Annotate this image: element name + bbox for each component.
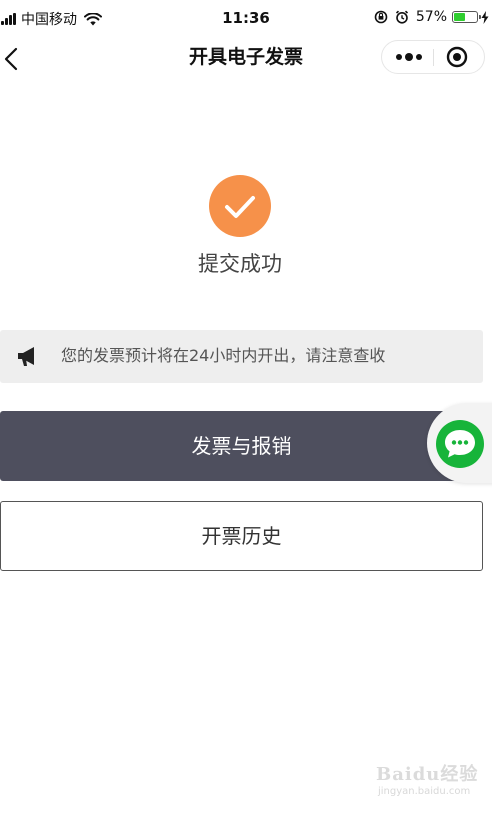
megaphone-icon: [18, 347, 34, 366]
battery-percent: 57%: [415, 9, 447, 25]
alarm-icon: [395, 10, 408, 24]
success-message: 提交成功: [198, 252, 282, 276]
mini-program-capsule: [381, 40, 485, 74]
invoice-history-button[interactable]: 开票历史: [0, 501, 483, 571]
invoice-and-reimbursement-button[interactable]: 发票与报销: [0, 411, 483, 481]
notice-bar: 您的发票预计将在24小时内开出，请注意查收: [0, 330, 483, 383]
target-circle-icon: [446, 46, 468, 68]
notice-text: 您的发票预计将在24小时内开出，请注意查收: [61, 346, 386, 365]
chat-dots-icon: [445, 430, 475, 458]
app-screen: 中国移动 11:36 57% 开具电子发票 提交成功 您的发票预计将在24小时内…: [0, 0, 492, 816]
charging-icon: [481, 10, 489, 24]
watermark-brand: Baidu经验: [376, 764, 479, 785]
nav-bar: 开具电子发票: [0, 38, 492, 80]
watermark-url: jingyan.baidu.com: [378, 786, 471, 797]
status-bar: 中国移动 11:36 57%: [0, 0, 492, 38]
chat-bubble-icon: [436, 420, 484, 468]
checkmark-icon: [225, 196, 255, 218]
battery-fill: [454, 13, 465, 21]
baidu-watermark: Baidu经验 jingyan.baidu.com: [372, 760, 482, 804]
capsule-divider: [433, 49, 434, 66]
rotation-lock-icon: [374, 10, 388, 24]
check-circle-icon: [209, 175, 271, 237]
status-right: 57%: [374, 9, 489, 25]
more-button[interactable]: [390, 45, 428, 69]
close-mini-program-button[interactable]: [444, 45, 470, 69]
battery-icon: [452, 11, 481, 23]
more-dots-icon: [396, 53, 422, 61]
